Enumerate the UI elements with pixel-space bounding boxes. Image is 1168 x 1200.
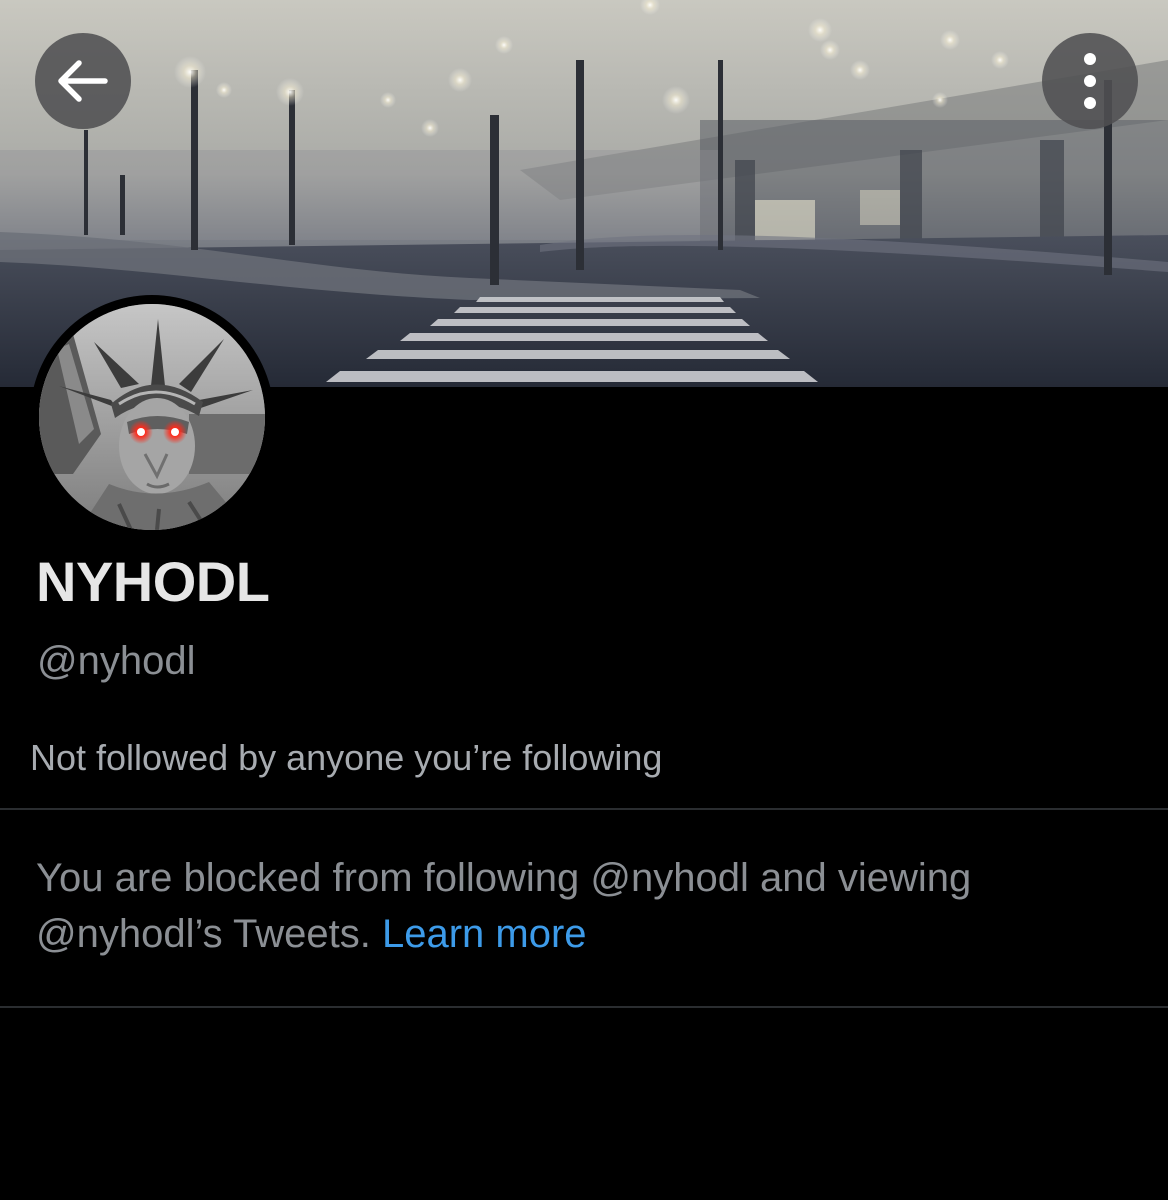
more-options-button[interactable] [1042,33,1138,129]
blocked-notice: You are blocked from following @nyhodl a… [36,850,1136,962]
avatar-image [39,304,265,530]
profile-handle: @nyhodl [37,639,196,683]
learn-more-link[interactable]: Learn more [382,912,587,956]
divider [0,1006,1168,1008]
back-button[interactable] [35,33,131,129]
followed-by-note: Not followed by anyone you’re following [30,737,663,778]
more-vertical-icon [1084,53,1096,109]
avatar[interactable] [39,304,265,530]
arrow-left-icon [58,60,108,102]
divider [0,808,1168,810]
profile-display-name: NYHODL [36,550,270,613]
